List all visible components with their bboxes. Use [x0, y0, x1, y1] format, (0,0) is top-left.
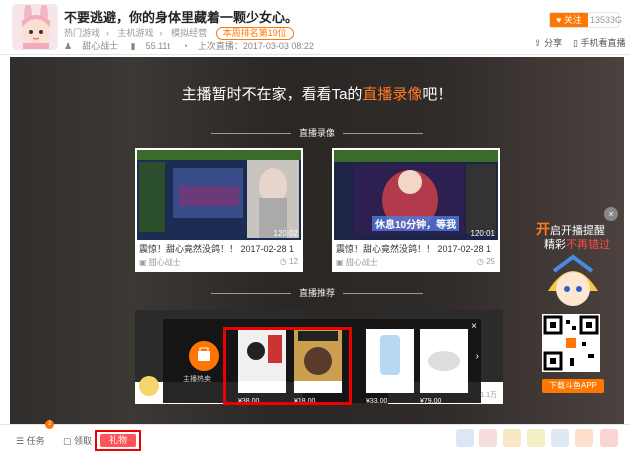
streamer-avatar[interactable]	[12, 4, 58, 50]
category-breadcrumb: 热门游戏 › 主机游戏 › 模拟经营 本周排名第19位	[64, 26, 300, 40]
app-promo: 开启开播提醒 精彩不再错过 下载斗鱼APP	[528, 219, 618, 399]
replay-title[interactable]: 震惊！甜心竟然没鸽！！ 2017-02-28 1	[139, 242, 294, 255]
download-app-button[interactable]: 下载斗鱼APP	[542, 379, 604, 393]
recommend-count: 1.1万	[480, 392, 497, 399]
replay-title[interactable]: 震惊！甜心竟然没鸽！！ 2017-02-28 1	[336, 242, 491, 255]
share-icon: ⇪	[534, 38, 542, 48]
share-button[interactable]: ⇪ 分享	[534, 36, 562, 49]
trophy-icon[interactable]	[551, 429, 569, 447]
shop-icon[interactable]	[189, 341, 219, 371]
mascot-icon	[548, 254, 598, 306]
fish-ball-icon[interactable]	[503, 429, 521, 447]
user-icon: ♟	[64, 41, 73, 51]
offline-message: 主播暂时不在家，看看Ta的直播录像吧！	[181, 86, 453, 103]
replay-user: ▣ 甜心战士	[336, 258, 378, 267]
phone-icon: ▯	[573, 38, 578, 48]
promo-line2: 精彩不再错过	[544, 239, 610, 251]
comment-icon: ◷	[476, 257, 484, 266]
ad-product[interactable]: ¥33.00	[366, 329, 414, 405]
recommend-avatar	[139, 376, 159, 396]
user-icon: ▣	[139, 258, 147, 267]
category-link-hot[interactable]: 热门游戏	[64, 28, 100, 38]
replay-duration: 120:02	[273, 229, 298, 238]
category-link-console[interactable]: 主机游戏	[118, 28, 154, 38]
replay-overlay-text: 休息10分钟，等我	[372, 216, 460, 231]
gift-label: 礼物	[100, 434, 136, 447]
streamer-name[interactable]: 甜心战士	[82, 41, 118, 51]
section-title-replays: 直播录像	[10, 126, 624, 139]
replay-card[interactable]: 休息10分钟，等我 120:01 震惊！甜心竟然没鸽！！ 2017-02-28 …	[332, 148, 500, 272]
clock-icon: ◔	[182, 41, 188, 51]
magic-icon[interactable]	[575, 429, 593, 447]
collect-button[interactable]: ▢ 领取	[63, 434, 92, 447]
replay-card[interactable]: 120:02 震惊！甜心竟然没鸽！！ 2017-02-28 1 ▣ 甜心战士 ◷…	[135, 148, 303, 272]
qr-code	[542, 314, 600, 372]
mobile-watch-button[interactable]: ▯ 手机看直播	[573, 36, 625, 49]
gift-button[interactable]: 礼物	[95, 430, 141, 451]
viewer-count: 55.11t	[145, 41, 170, 51]
heart-icon: ♥	[556, 15, 562, 25]
last-live-time: 上次直播：2017-03-03 08:22	[197, 41, 314, 51]
shop-label: 主播热卖	[183, 376, 211, 383]
follow-count: 13533G	[590, 15, 623, 25]
collect-icon: ▢	[63, 436, 72, 446]
room-header: 不要逃避，你的身体里藏着一颗少女心。 热门游戏 › 主机游戏 › 模拟经营 本周排名…	[0, 0, 630, 55]
task-button[interactable]: ☰ 任务	[16, 434, 45, 447]
task-icon: ☰	[16, 436, 25, 446]
chevron-right-icon[interactable]: ›	[476, 351, 479, 362]
ad-close-icon[interactable]: ×	[471, 321, 477, 332]
ad-price: ¥79.00	[420, 398, 442, 405]
card-icon[interactable]	[527, 429, 545, 447]
comment-icon: ◷	[279, 257, 287, 266]
follow-widget: ♥ 关注 13533G	[549, 12, 623, 28]
replay-duration: 120:01	[470, 229, 495, 238]
follow-button[interactable]: ♥ 关注	[550, 13, 588, 27]
rocket-icon[interactable]	[456, 429, 474, 447]
plane-icon[interactable]	[479, 429, 497, 447]
user-icon: ▣	[336, 258, 344, 267]
task-badge: 2	[45, 420, 54, 429]
ad-price: ¥33.00	[366, 398, 388, 405]
replay-thumbnail: 休息10分钟，等我 120:01	[334, 150, 498, 240]
highlight-box	[223, 327, 352, 405]
room-meta: ♟ 甜心战士 ▮ 55.11t ◔ 上次直播：2017-03-03 08:22	[64, 39, 324, 52]
bottom-toolbar: ☰ 任务 2 ▢ 领取 礼物	[0, 420, 630, 453]
promo-close-icon[interactable]: ×	[604, 207, 618, 221]
ad-product[interactable]: ¥79.00	[420, 329, 468, 405]
replay-comments: ◷ 12	[279, 257, 298, 266]
replay-user: ▣ 甜心战士	[139, 258, 181, 267]
replay-comments: ◷ 25	[476, 257, 495, 266]
category-link-sim[interactable]: 模拟经营	[171, 28, 207, 38]
diamond-icon[interactable]	[600, 429, 618, 447]
viewer-icon: ▮	[130, 41, 136, 51]
replay-thumbnail: 120:02	[137, 150, 301, 240]
room-title: 不要逃避，你的身体里藏着一颗少女心。	[64, 10, 299, 25]
